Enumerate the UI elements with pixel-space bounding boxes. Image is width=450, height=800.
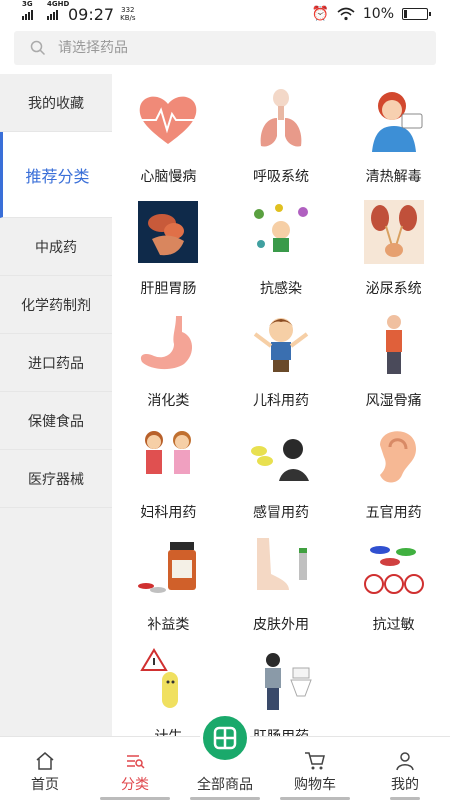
organs-icon (136, 200, 200, 264)
sidebar-item-medical-devices[interactable]: 医疗器械 (0, 450, 112, 508)
clock: 09:27 (68, 4, 115, 24)
all-products-icon (200, 713, 250, 763)
category-label: 抗过敏 (372, 617, 415, 633)
category-cell[interactable]: 补益类 (112, 530, 225, 642)
home-icon (35, 748, 55, 774)
foot-spray-icon (249, 536, 313, 600)
search-icon (30, 40, 46, 56)
category-cell[interactable]: 心脑慢病 (112, 82, 225, 194)
category-label: 泌尿系统 (365, 281, 422, 297)
alarm-icon: ⏰ (311, 6, 329, 22)
category-label: 五官用药 (365, 505, 422, 521)
lungs-icon (249, 88, 313, 152)
status-bar: 3G 4GHD 09:27 332 KB/s ⏰ 10% (0, 0, 450, 28)
supplement-bottle-icon (136, 536, 200, 600)
tab-home[interactable]: 首页 (0, 737, 90, 800)
category-label: 妇科用药 (140, 505, 197, 521)
category-label: 儿科用药 (252, 393, 309, 409)
category-label: 心脑慢病 (140, 169, 197, 185)
women-icon (136, 424, 200, 488)
category-label: 感冒用药 (252, 505, 309, 521)
category-label: 风湿骨痛 (365, 393, 422, 409)
tab-label: 购物车 (294, 777, 336, 793)
category-cell[interactable]: 妇科用药 (112, 418, 225, 530)
cart-icon (304, 748, 326, 774)
category-cell[interactable]: 五官用药 (337, 418, 450, 530)
category-cell[interactable]: 抗过敏 (337, 530, 450, 642)
sidebar-item-favorites[interactable]: 我的收藏 (0, 74, 112, 132)
stomach-icon (136, 312, 200, 376)
search-bar[interactable] (14, 31, 436, 65)
category-grid: 心脑慢病 呼吸系统 清热解毒 肝胆胃肠 抗感染 泌尿系统 消化类 儿科用药 风湿… (112, 74, 450, 745)
signal-4g-icon: 4GHD (47, 0, 69, 20)
tab-label: 首页 (31, 777, 59, 793)
search-input[interactable] (58, 40, 358, 56)
tab-cart[interactable]: 购物车 (270, 737, 360, 800)
tab-label: 分类 (121, 777, 149, 793)
category-cell[interactable]: 肝胆胃肠 (112, 194, 225, 306)
category-sidebar: 我的收藏 推荐分类 中成药 化学药制剂 进口药品 保健食品 医疗器械 (0, 74, 112, 736)
sidebar-item-imported[interactable]: 进口药品 (0, 334, 112, 392)
category-label: 补益类 (147, 617, 190, 633)
category-label: 呼吸系统 (252, 169, 309, 185)
ear-icon (362, 424, 426, 488)
battery-icon (402, 8, 431, 20)
network-speed: 332 KB/s (120, 6, 136, 22)
toilet-man-icon (249, 648, 313, 712)
germs-child-icon (249, 200, 313, 264)
signal-3g-icon: 3G (22, 0, 33, 20)
child-icon (249, 312, 313, 376)
condom-icon (136, 648, 200, 712)
sidebar-item-chemical[interactable]: 化学药制剂 (0, 276, 112, 334)
tab-label: 全部商品 (197, 777, 253, 793)
category-label: 清热解毒 (365, 169, 422, 185)
tab-category[interactable]: 分类 (90, 737, 180, 800)
category-label: 皮肤外用 (252, 617, 309, 633)
tab-all-products[interactable]: 全部商品 (180, 713, 270, 800)
no-pills-icon (362, 536, 426, 600)
sidebar-item-recommended[interactable]: 推荐分类 (0, 132, 112, 218)
category-label: 肝胆胃肠 (140, 281, 197, 297)
category-cell[interactable]: 儿科用药 (225, 306, 338, 418)
category-cell[interactable]: 抗感染 (225, 194, 338, 306)
wifi-icon (337, 7, 355, 21)
category-cell[interactable]: 风湿骨痛 (337, 306, 450, 418)
back-pain-icon (362, 312, 426, 376)
profile-icon (395, 748, 415, 774)
category-cell[interactable]: 感冒用药 (225, 418, 338, 530)
category-cell[interactable]: 皮肤外用 (225, 530, 338, 642)
category-cell[interactable]: 清热解毒 (337, 82, 450, 194)
fever-person-icon (362, 88, 426, 152)
kidney-icon (362, 200, 426, 264)
tab-profile[interactable]: 我的 (360, 737, 450, 800)
category-label: 抗感染 (259, 281, 302, 297)
sidebar-item-health-food[interactable]: 保健食品 (0, 392, 112, 450)
category-cell[interactable]: 呼吸系统 (225, 82, 338, 194)
category-cell[interactable]: 泌尿系统 (337, 194, 450, 306)
bottom-tab-bar: 首页 分类 全部商品 购物车 我的 (0, 713, 450, 800)
category-icon (125, 748, 145, 774)
cold-woman-icon (249, 424, 313, 488)
category-label: 消化类 (147, 393, 190, 409)
heart-icon (136, 88, 200, 152)
sidebar-item-chinese-patent[interactable]: 中成药 (0, 218, 112, 276)
tab-label: 我的 (391, 777, 419, 793)
battery-percent: 10% (362, 6, 394, 22)
category-cell[interactable]: 消化类 (112, 306, 225, 418)
